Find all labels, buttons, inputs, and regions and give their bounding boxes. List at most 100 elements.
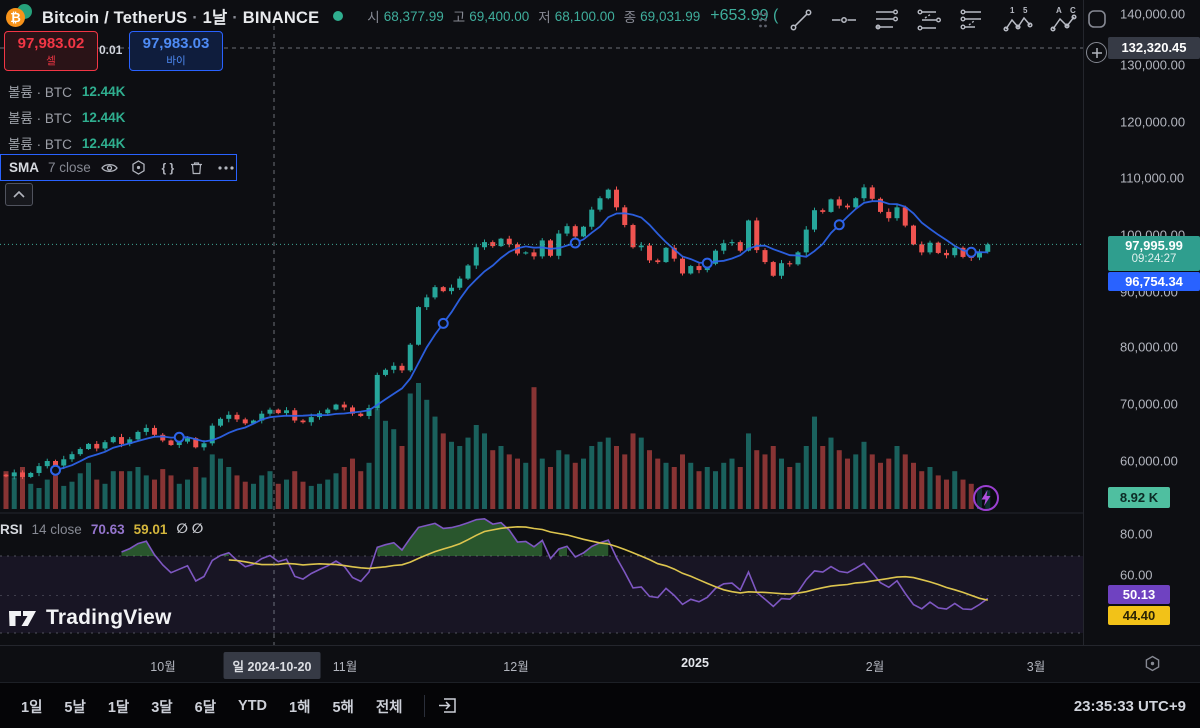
- volume-label: 볼륨 · BTC: [8, 81, 72, 101]
- price-tick: 120,000.00: [1120, 115, 1185, 130]
- sma-params: 7 close: [48, 160, 91, 175]
- add-alert-icon[interactable]: [1086, 42, 1107, 63]
- horizontal-line-tool-icon[interactable]: [829, 11, 859, 29]
- market-status-dot: [333, 11, 343, 21]
- rsi-indicator-row[interactable]: RSI 14 close 70.63 59.01 ∅ ∅: [0, 521, 203, 537]
- rsi-tick: 60.00: [1120, 568, 1153, 583]
- range-button-전체[interactable]: 전체: [365, 690, 414, 723]
- price-tick: 110,000.00: [1120, 171, 1184, 186]
- svg-text:A: A: [1056, 6, 1062, 15]
- clock[interactable]: 23:35:33 UTC+9: [1074, 698, 1186, 715]
- range-button-1달[interactable]: 1달: [97, 690, 140, 723]
- price-tick: 70,000.00: [1120, 397, 1178, 412]
- rsi-ma-value-label: 44.40: [1108, 606, 1170, 625]
- cross-line-tool-icon[interactable]: [958, 11, 988, 29]
- rsi-empty-markers: ∅ ∅: [176, 521, 203, 537]
- bottom-toolbar: 1일5날1달3달6달YTD1해5해전체 23:35:33 UTC+9: [0, 682, 1200, 728]
- ohlc-legend: 시68,377.99고69,400.00저68,100.00종69,031.99: [367, 6, 700, 26]
- time-tick[interactable]: 3월: [1027, 656, 1045, 675]
- collapse-legend-button[interactable]: [5, 183, 33, 206]
- ohlc-value: 68,377.99: [384, 9, 444, 24]
- rsi-tick: 80.00: [1120, 527, 1153, 542]
- price-tick: 140,000.00: [1120, 7, 1185, 22]
- volume-label: 볼륨 · BTC: [8, 133, 72, 153]
- spread-value: 0.01: [99, 43, 122, 57]
- elliott-impulse-wave-tool-icon[interactable]: 1 5: [1001, 11, 1035, 29]
- rsi-value: 70.63: [91, 522, 125, 537]
- sell-button[interactable]: 97,983.02 셀: [4, 31, 98, 71]
- drag-handle-icon[interactable]: [753, 11, 773, 29]
- buy-price: 97,983.03: [143, 35, 210, 52]
- range-button-6달[interactable]: 6달: [184, 690, 227, 723]
- sell-price: 97,983.02: [18, 35, 85, 52]
- range-button-3달[interactable]: 3달: [140, 690, 183, 723]
- rsi-value-label: 50.13: [1108, 585, 1170, 604]
- time-tick[interactable]: 12월: [503, 656, 528, 675]
- range-button-5날[interactable]: 5날: [53, 690, 96, 723]
- symbol-title[interactable]: Bitcoin / TetherUS · 1날 · BINANCE: [42, 4, 319, 28]
- time-axis[interactable]: 10월 11월 12월 2025 2월 3월 일 2024-10-20: [0, 645, 1200, 683]
- svg-text:1: 1: [1010, 6, 1015, 15]
- ohlc-label: 고: [453, 6, 465, 26]
- range-button-1일[interactable]: 1일: [10, 690, 53, 723]
- sell-label: 셀: [46, 53, 56, 68]
- last-price-label: 97,995.99 09:24:27: [1108, 236, 1200, 271]
- trend-line-tool-icon[interactable]: [786, 11, 816, 29]
- time-tick[interactable]: 2025: [681, 656, 709, 670]
- volume-legend-row[interactable]: 볼륨 · BTC 12.44K: [8, 132, 125, 154]
- ohlc-value: 69,400.00: [469, 9, 529, 24]
- ohlc-value: 68,100.00: [555, 9, 615, 24]
- symbol-logo: ₿: [6, 4, 34, 28]
- source-code-icon[interactable]: { }: [158, 159, 178, 177]
- time-tick[interactable]: 2월: [866, 656, 884, 675]
- delete-icon[interactable]: [187, 159, 207, 177]
- toolbar-divider: [424, 695, 425, 717]
- buy-label: 바이: [166, 53, 185, 68]
- time-tick[interactable]: 10월: [150, 656, 175, 675]
- volume-value: 12.44K: [82, 136, 126, 151]
- svg-text:5: 5: [1023, 6, 1028, 15]
- price-tick: 80,000.00: [1120, 340, 1178, 355]
- quick-trade-lightning-icon[interactable]: [971, 483, 1001, 513]
- range-button-YTD[interactable]: YTD: [227, 692, 278, 720]
- time-tick[interactable]: 11월: [333, 656, 357, 675]
- tradingview-logo-icon: [8, 607, 38, 629]
- ohlc-label: 시: [367, 6, 379, 26]
- volume-value: 12.44K: [82, 110, 126, 125]
- range-button-5해[interactable]: 5해: [321, 690, 364, 723]
- settings-icon[interactable]: [129, 159, 149, 177]
- rsi-params: 14 close: [32, 522, 82, 537]
- volume-value-label: 8.92 K: [1108, 487, 1170, 508]
- volume-legend-row[interactable]: 볼륨 · BTC12.44K: [8, 106, 125, 128]
- rsi-label: RSI: [0, 522, 23, 537]
- ohlc-value: 69,031.99: [640, 9, 700, 24]
- timezone-settings-icon[interactable]: [1142, 654, 1162, 672]
- range-button-1해[interactable]: 1해: [278, 690, 321, 723]
- sma-label: SMA: [9, 160, 39, 175]
- info-line-tool-icon[interactable]: [915, 11, 945, 29]
- bitcoin-coin-icon: ₿: [6, 8, 25, 27]
- tradingview-chart-window: ₿ Bitcoin / TetherUS · 1날 · BINANCE 시 68,…: [0, 0, 1200, 728]
- watermark-text: TradingView: [46, 606, 172, 630]
- eye-icon[interactable]: [100, 159, 120, 177]
- svg-text:C: C: [1070, 6, 1076, 15]
- parallel-lines-tool-icon[interactable]: [872, 11, 902, 29]
- rsi-ma-value: 59.01: [134, 522, 168, 537]
- buy-button[interactable]: 97,983.03 바이: [129, 31, 223, 71]
- bar-countdown: 09:24:27: [1108, 253, 1200, 265]
- date-range-buttons: 1일5날1달3달6달YTD1해5해전체: [10, 690, 414, 723]
- volume-value: 12.44K: [82, 84, 126, 99]
- go-to-date-icon[interactable]: [435, 697, 461, 715]
- price-axis[interactable]: 140,000.00130,000.00120,000.00110,000.00…: [1083, 0, 1200, 645]
- buy-price-label: 96,754.34: [1108, 272, 1200, 291]
- sma-indicator-row[interactable]: SMA 7 close { }: [0, 154, 237, 181]
- volume-legend-row[interactable]: 볼륨 · BTC 12.44K: [8, 80, 125, 102]
- chart-canvas[interactable]: [0, 0, 1083, 645]
- maximize-icon[interactable]: [1086, 8, 1108, 30]
- elliott-correction-wave-tool-icon[interactable]: A C: [1048, 11, 1082, 29]
- crosshair-price-label: 132,320.45: [1108, 37, 1200, 59]
- ohlc-label: 종: [624, 6, 636, 26]
- crosshair-date-label: 일 2024-10-20: [224, 652, 321, 679]
- tradingview-watermark[interactable]: TradingView: [8, 606, 172, 630]
- more-options-icon[interactable]: [216, 159, 236, 177]
